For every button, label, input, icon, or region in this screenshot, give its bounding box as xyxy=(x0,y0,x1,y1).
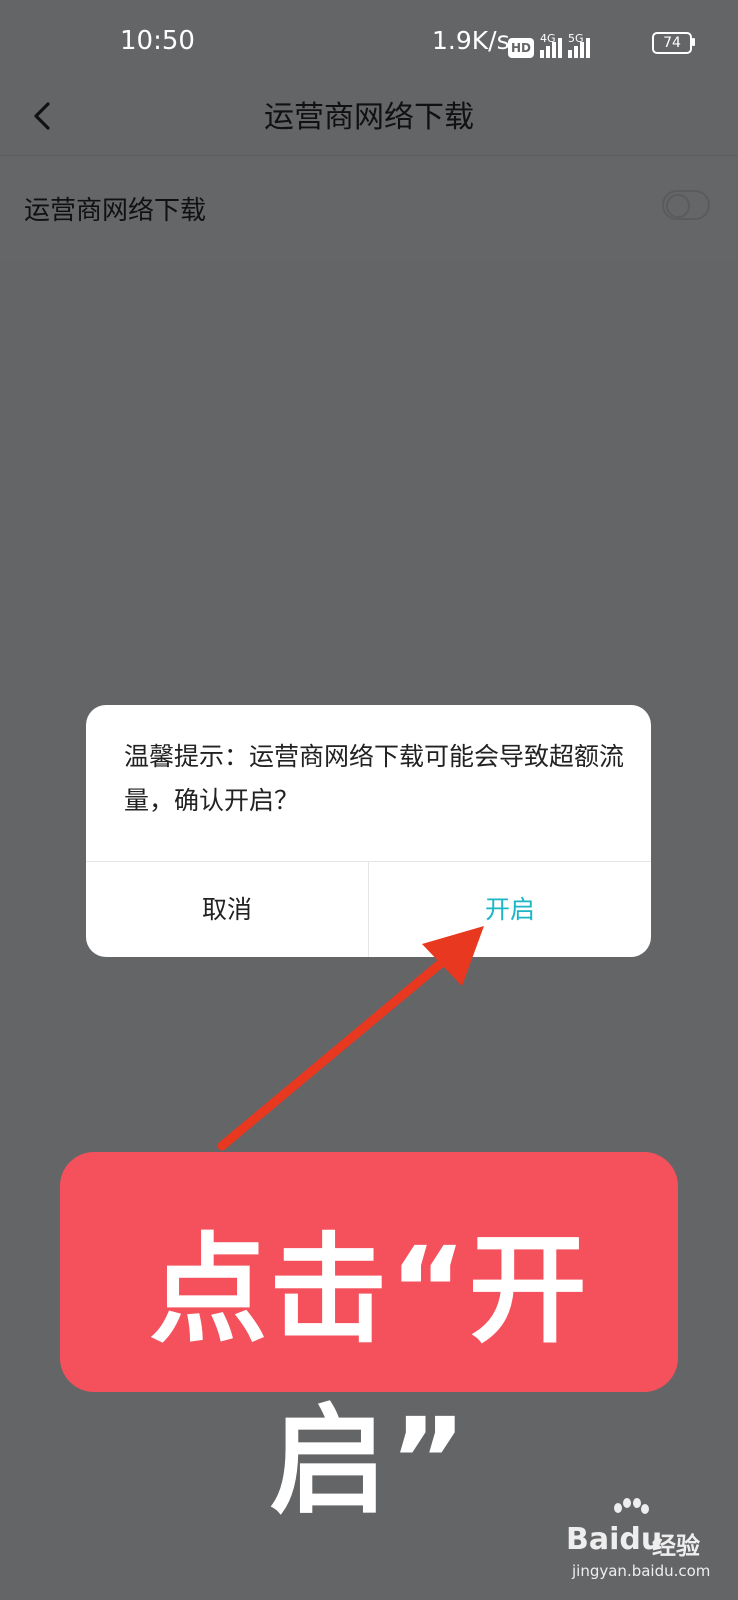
instruction-callout: 点击“开启” xyxy=(60,1152,678,1530)
baidu-jingyan-watermark: Baidu 经验 jingyan.baidu.com xyxy=(566,1498,726,1588)
status-bar: 10:50 1.9K/s HD 4G 5G 74 xyxy=(0,0,738,86)
carrier-download-toggle[interactable] xyxy=(662,190,710,220)
jingyan-word: 经验 xyxy=(652,1532,700,1560)
battery-level: 74 xyxy=(652,32,692,54)
setting-label: 运营商网络下载 xyxy=(24,196,207,226)
network-speed: 1.9K/s xyxy=(432,26,510,55)
confirm-dialog: 温馨提示：运营商网络下载可能会导致超额流量，确认开启？ 取消 开启 xyxy=(86,705,651,957)
hd-icon: HD xyxy=(508,38,535,58)
setting-row-carrier-download[interactable]: 运营商网络下载 xyxy=(0,156,738,260)
signal-4g-icon: 4G xyxy=(540,32,563,58)
battery-icon: 74 xyxy=(652,32,695,54)
baidu-logo: Baidu xyxy=(566,1522,663,1557)
nav-bar: 运营商网络下载 xyxy=(0,86,738,156)
status-time: 10:50 xyxy=(120,26,195,56)
toggle-knob xyxy=(666,194,690,218)
cancel-button[interactable]: 取消 xyxy=(86,862,368,957)
dialog-message: 温馨提示：运营商网络下载可能会导致超额流量，确认开启？ xyxy=(124,742,625,815)
signal-5g-icon: 5G xyxy=(568,32,591,58)
page-title: 运营商网络下载 xyxy=(264,100,474,135)
callout-text: 点击“开启” xyxy=(149,1221,589,1530)
signal-icons: HD 4G 5G xyxy=(508,28,591,58)
watermark-url: jingyan.baidu.com xyxy=(572,1562,711,1580)
enable-button[interactable]: 开启 xyxy=(369,862,651,957)
